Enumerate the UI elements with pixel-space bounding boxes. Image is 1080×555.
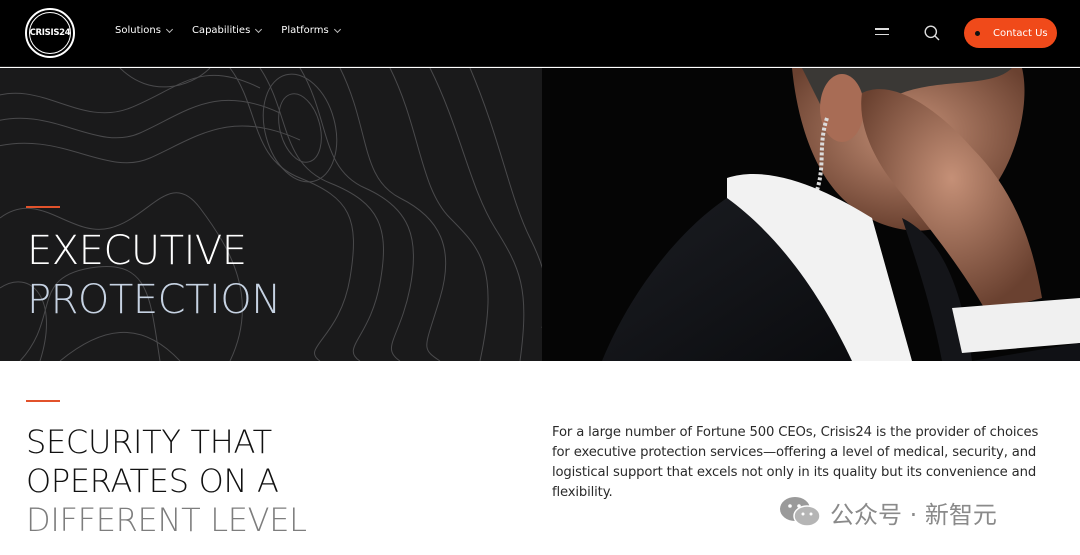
top-navigation: CRISIS24 Solutions Capabilities Platform…: [0, 0, 1080, 67]
chevron-down-icon: [255, 25, 263, 33]
section-body-text: For a large number of Fortune 500 CEOs, …: [552, 425, 1039, 500]
hero-photo: [542, 68, 1080, 361]
section-title: SECURITY THAT OPERATES ON A DIFFERENT LE…: [26, 423, 307, 540]
section-title-line-1: SECURITY THAT: [26, 423, 272, 461]
hamburger-icon[interactable]: [875, 28, 889, 37]
logo-text: CRISIS24: [29, 12, 71, 54]
chevron-down-icon: [333, 25, 341, 33]
section-title-line-2: OPERATES ON A: [26, 462, 279, 500]
contact-us-label: Contact Us: [993, 27, 1048, 39]
section-accent-line: [26, 400, 60, 402]
main-menu: Solutions Capabilities Platforms: [115, 25, 341, 36]
accent-line: [26, 206, 60, 208]
security-agent-photo: [542, 68, 1080, 361]
menu-item-solutions[interactable]: Solutions: [115, 25, 173, 36]
menu-item-capabilities[interactable]: Capabilities: [191, 25, 263, 36]
menu-item-label: Solutions: [115, 25, 161, 36]
search-icon[interactable]: [924, 25, 940, 41]
contact-us-button[interactable]: Contact Us: [964, 18, 1057, 48]
dot-icon: [975, 30, 980, 36]
hero-title-line-1: EXECUTIVE: [27, 228, 247, 274]
wechat-icon: [780, 497, 821, 527]
hero-panel: EXECUTIVE PROTECTION: [0, 68, 542, 361]
watermark-text: 公众号 · 新智元: [830, 500, 997, 529]
hero-title-line-2: PROTECTION: [27, 277, 281, 323]
crisis24-logo[interactable]: CRISIS24: [25, 8, 75, 58]
menu-item-platforms[interactable]: Platforms: [281, 25, 341, 36]
menu-item-label: Capabilities: [191, 25, 251, 36]
menu-item-label: Platforms: [281, 25, 329, 36]
watermark: 公众号 · 新智元: [778, 495, 997, 529]
hero-title: EXECUTIVE PROTECTION: [27, 227, 281, 325]
section-title-line-3: DIFFERENT LEVEL: [26, 501, 307, 539]
chevron-down-icon: [165, 25, 173, 33]
